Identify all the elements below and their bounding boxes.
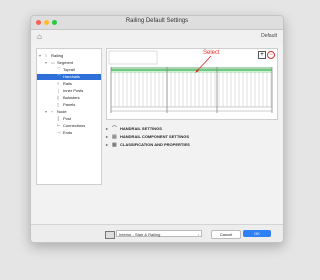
tree-item-label: Segment	[57, 60, 74, 65]
classification-icon: ▦	[112, 142, 117, 148]
tree-item-label: Toprail	[63, 67, 75, 72]
chevron-right-icon: ›	[197, 232, 199, 237]
railing-preview: Select + −	[106, 48, 278, 120]
component-settings-icon: ▤	[112, 134, 117, 140]
select-annotation: Select	[203, 50, 220, 56]
tree-item-toprail[interactable]: ⌒ Toprail	[37, 67, 101, 73]
window-title: Railing Default Settings	[125, 18, 189, 24]
tree-item-label: Inner Posts	[63, 88, 84, 93]
tree-item-label: Rails	[63, 81, 72, 86]
remove-handrail-button[interactable]: −	[267, 51, 275, 59]
component-tree: ▾ ⌇ Railing ▾ ▭ Segment ⌒ Toprail ⌒ Handrails ≡ Rai…	[36, 48, 102, 185]
favorite-selector[interactable]: Interior - Stair & Railing ›	[116, 230, 202, 237]
tree-item-handrails[interactable]: ⌒ Handrails	[37, 74, 101, 80]
favorite-value: Interior - Stair & Railing	[119, 232, 161, 237]
tree-item-rails[interactable]: ≡ Rails	[37, 81, 101, 87]
section-classification-properties[interactable]: ▸ ▦ CLASSIFICATION AND PROPERTIES	[106, 141, 276, 148]
tree-item-balusters[interactable]: ∥ Balusters	[37, 95, 101, 101]
tree-item-railing[interactable]: ▾ ⌇ Railing	[37, 53, 101, 59]
tree-item-inner-posts[interactable]: │ Inner Posts	[37, 88, 101, 94]
settings-window: Railing Default Settings ⌂ Default ▾ ⌇ Rai…	[30, 15, 284, 243]
dialog-footer: Interior - Stair & Railing › Cancel OK	[31, 224, 283, 242]
tree-item-label: Handrails	[63, 74, 80, 79]
tree-item-label: Railing	[51, 53, 64, 58]
tree-item-label: Ends	[63, 130, 73, 135]
tree-item-label: Node	[57, 109, 67, 114]
section-label: CLASSIFICATION AND PROPERTIES	[120, 142, 190, 147]
tree-item-node[interactable]: ▾ ⌐ Node	[37, 109, 101, 115]
tree-item-ends[interactable]: ⊣ Ends	[37, 130, 101, 136]
tree-item-label: Panels	[63, 102, 76, 107]
default-label: Default	[261, 33, 277, 39]
add-handrail-button[interactable]: +	[258, 51, 266, 59]
handrail-settings-icon: ⌒	[112, 126, 118, 132]
tree-item-label: Post	[63, 116, 72, 121]
tree-item-label: Balusters	[63, 95, 80, 100]
ok-button[interactable]: OK	[243, 230, 271, 237]
settings-favorites-icon[interactable]: ⌂	[37, 32, 42, 41]
section-handrail-component-settings[interactable]: ▸ ▤ HANDRAIL COMPONENT SETTINGS	[106, 133, 276, 140]
tree-item-segment[interactable]: ▾ ▭ Segment	[37, 60, 101, 66]
title-bar: Railing Default Settings	[31, 16, 283, 30]
balusters-group	[114, 72, 272, 107]
section-handrail-settings[interactable]: ▸ ⌒ HANDRAIL SETTINGS	[106, 125, 276, 132]
tree-item-connections[interactable]: ⊢ Connections	[37, 123, 101, 129]
layer-icon	[105, 231, 115, 239]
tree-item-panels[interactable]: ▯ Panels	[37, 102, 101, 108]
railing-elevation-drawing	[108, 50, 273, 113]
cancel-button[interactable]: Cancel	[211, 230, 241, 239]
section-label: HANDRAIL COMPONENT SETTINGS	[120, 134, 190, 139]
annotation-arrow	[196, 55, 212, 72]
tree-item-label: Connections	[63, 123, 86, 128]
toolbar: ⌂ Default	[31, 30, 283, 44]
section-label: HANDRAIL SETTINGS	[120, 126, 162, 131]
tree-item-post[interactable]: ┃ Post	[37, 116, 101, 122]
